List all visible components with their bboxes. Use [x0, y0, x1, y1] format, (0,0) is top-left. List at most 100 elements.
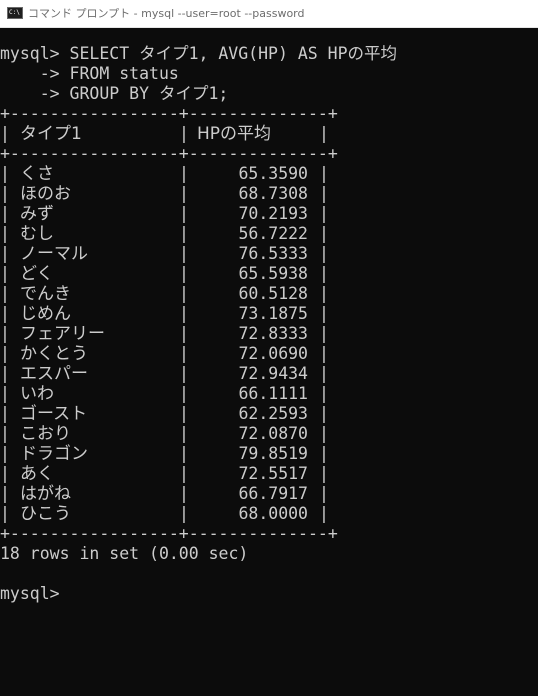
table-row: | フェアリー | 72.8333 | — [0, 324, 329, 344]
table-separator: | — [319, 304, 329, 323]
query-line: -> GROUP BY タイプ1; — [0, 84, 229, 103]
table-separator: | — [179, 304, 189, 323]
table-separator: | — [0, 364, 10, 383]
table-separator: | — [179, 484, 189, 503]
cell-hp-average: 65.3590 — [238, 164, 308, 183]
table-row: | みず | 70.2193 | — [0, 204, 329, 224]
table-row: | ドラゴン | 79.8519 | — [0, 444, 329, 464]
cell-hp-average: 62.2593 — [238, 404, 308, 423]
cell-type: ドラゴン — [20, 444, 88, 464]
query-line: mysql> SELECT タイプ1, AVG(HP) AS HPの平均 — [0, 44, 398, 63]
console-output[interactable]: mysql> SELECT タイプ1, AVG(HP) AS HPの平均 -> … — [0, 28, 538, 696]
cell-hp-average: 72.8333 — [238, 324, 308, 343]
table-separator: | — [179, 504, 189, 523]
table-separator: | — [0, 264, 10, 283]
table-separator: | — [319, 484, 329, 503]
cell-type: はがね — [20, 484, 71, 504]
cell-type: でんき — [20, 284, 71, 304]
cell-type: じめん — [20, 304, 71, 324]
cell-type: いわ — [20, 384, 54, 404]
table-separator: | — [319, 124, 329, 143]
cell-type: かくとう — [20, 344, 88, 364]
table-separator: | — [0, 444, 10, 463]
table-separator: | — [179, 324, 189, 343]
table-separator: | — [0, 304, 10, 323]
cell-type: ひこう — [20, 504, 71, 524]
cell-hp-average: 70.2193 — [238, 204, 308, 223]
column-header-hp: HPの平均 — [197, 124, 272, 144]
table-separator: | — [179, 444, 189, 463]
command-prompt-icon: C:\ — [7, 7, 23, 19]
cell-hp-average: 72.5517 — [238, 464, 308, 483]
table-border: +-----------------+--------------+ — [0, 144, 338, 163]
cell-hp-average: 66.7917 — [238, 484, 308, 503]
cell-type: くさ — [20, 164, 54, 184]
table-separator: | — [179, 244, 189, 263]
table-separator: | — [0, 164, 10, 183]
table-separator: | — [319, 404, 329, 423]
cell-type: ノーマル — [20, 244, 88, 264]
table-separator: | — [319, 264, 329, 283]
table-separator: | — [319, 424, 329, 443]
cell-hp-average: 68.7308 — [238, 184, 308, 203]
table-separator: | — [0, 184, 10, 203]
table-separator: | — [319, 464, 329, 483]
cell-hp-average: 72.0870 — [238, 424, 308, 443]
table-row: | かくとう | 72.0690 | — [0, 344, 329, 364]
table-border: +-----------------+--------------+ — [0, 104, 338, 123]
cell-type: あく — [20, 464, 54, 484]
table-row: | いわ | 66.1111 | — [0, 384, 329, 404]
table-separator: | — [0, 384, 10, 403]
table-row: | あく | 72.5517 | — [0, 464, 329, 484]
table-row: | はがね | 66.7917 | — [0, 484, 329, 504]
table-separator: | — [0, 344, 10, 363]
table-separator: | — [319, 284, 329, 303]
cell-hp-average: 73.1875 — [238, 304, 308, 323]
table-row: | くさ | 65.3590 | — [0, 164, 329, 184]
table-separator: | — [179, 344, 189, 363]
table-separator: | — [179, 404, 189, 423]
table-row: | どく | 65.5938 | — [0, 264, 329, 284]
table-separator: | — [319, 444, 329, 463]
table-separator: | — [0, 124, 10, 143]
table-separator: | — [179, 284, 189, 303]
table-separator: | — [319, 504, 329, 523]
cell-type: ゴースト — [20, 404, 88, 424]
table-row: | ゴースト | 62.2593 | — [0, 404, 329, 424]
table-separator: | — [0, 504, 10, 523]
table-separator: | — [319, 344, 329, 363]
cell-type: フェアリー — [20, 324, 105, 344]
table-row: | ノーマル | 76.5333 | — [0, 244, 329, 264]
table-separator: | — [179, 264, 189, 283]
cell-type: こおり — [20, 424, 71, 444]
table-row: | ひこう | 68.0000 | — [0, 504, 329, 524]
table-row: | エスパー | 72.9434 | — [0, 364, 329, 384]
table-separator: | — [179, 204, 189, 223]
table-separator: | — [319, 204, 329, 223]
table-separator: | — [319, 184, 329, 203]
result-summary: 18 rows in set (0.00 sec) — [0, 544, 249, 563]
title-bar[interactable]: C:\ コマンド プロンプト - mysql --user=root --pas… — [0, 0, 538, 28]
table-separator: | — [179, 124, 189, 143]
query-line: -> FROM status — [0, 64, 179, 83]
cell-type: どく — [20, 264, 54, 284]
table-separator: | — [0, 484, 10, 503]
cell-hp-average: 72.9434 — [238, 364, 308, 383]
table-separator: | — [0, 204, 10, 223]
table-border: +-----------------+--------------+ — [0, 524, 338, 543]
cell-type: ほのお — [20, 184, 71, 204]
cell-hp-average: 66.1111 — [238, 384, 308, 403]
table-separator: | — [0, 424, 10, 443]
table-separator: | — [0, 464, 10, 483]
table-separator: | — [179, 464, 189, 483]
cell-hp-average: 76.5333 — [238, 244, 308, 263]
table-separator: | — [319, 364, 329, 383]
table-separator: | — [179, 184, 189, 203]
command-prompt[interactable]: mysql> — [0, 584, 60, 604]
cell-type: エスパー — [20, 364, 88, 384]
table-separator: | — [179, 384, 189, 403]
table-header-row: | タイプ1 | HPの平均 | — [0, 124, 329, 144]
cell-hp-average: 79.8519 — [238, 444, 308, 463]
table-separator: | — [179, 364, 189, 383]
table-separator: | — [179, 424, 189, 443]
